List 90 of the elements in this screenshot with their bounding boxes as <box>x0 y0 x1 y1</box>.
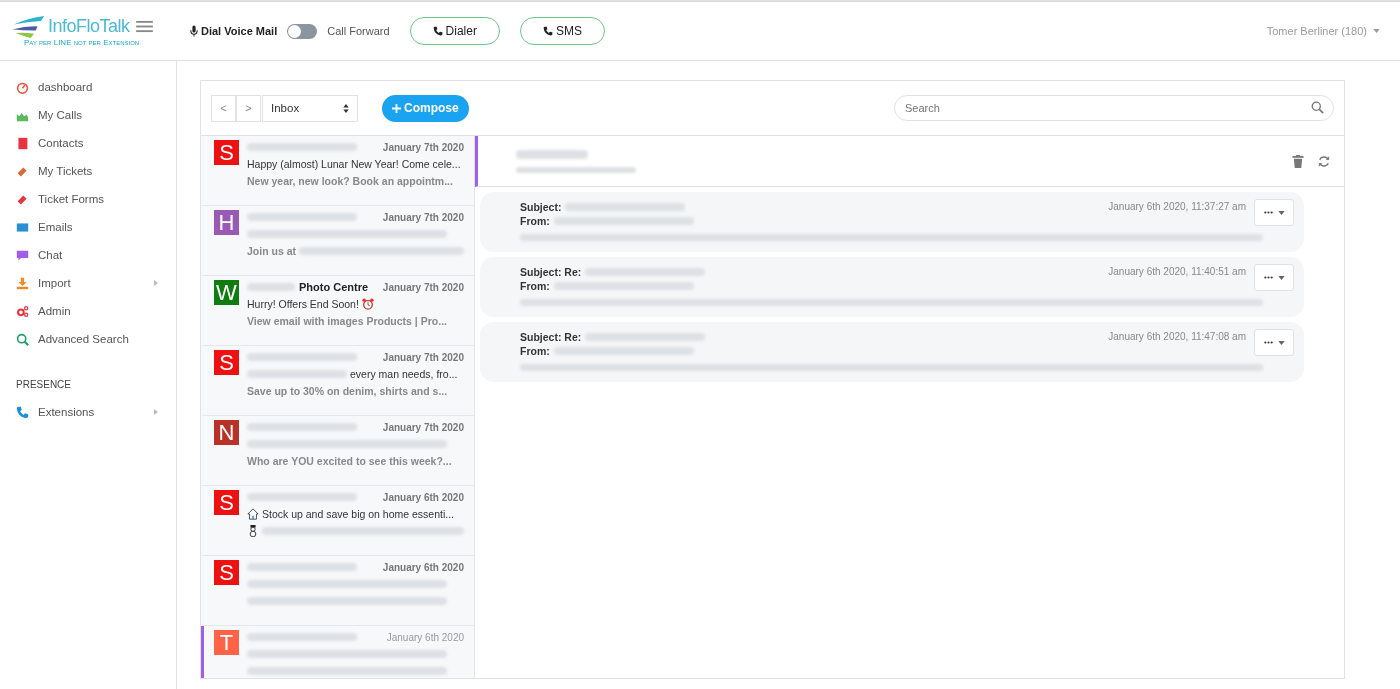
header-button[interactable]: Dialer <box>409 17 500 45</box>
from-label: From: <box>520 344 550 357</box>
message-preview: View email with images Products | Pro... <box>247 315 447 327</box>
sidebar-item[interactable]: dashboard <box>0 73 176 101</box>
trash-icon[interactable] <box>1292 154 1304 168</box>
message-preview: Stock up and save big on home essenti... <box>262 508 455 520</box>
sidebar-item[interactable]: My Tickets <box>0 157 176 185</box>
message-list-item[interactable]: S January 6th 2020 <box>201 556 474 626</box>
email-timestamp: January 6th 2020, 11:47:08 am <box>1108 331 1246 342</box>
message-date: January 7th 2020 <box>382 211 464 223</box>
message-list-item[interactable]: S January 7th 2020 every man needs, fro... Save up to 30% on denim, shirts and s... <box>201 346 474 416</box>
message-preview: Who are YOU excited to see this week?... <box>247 455 452 467</box>
folder-select[interactable]: Inbox <box>262 94 358 122</box>
caret-icon <box>1277 340 1285 345</box>
message-list-item[interactable]: S January 6th 2020 Stock up and save big on home essenti... <box>201 486 474 556</box>
header-button[interactable]: SMS <box>519 17 605 45</box>
message-list-item[interactable]: N January 7th 2020 Who are YOU excited to see this week?... <box>201 416 474 486</box>
avatar-letter: S <box>214 350 239 375</box>
blurred-sender <box>247 283 295 291</box>
blurred-contact-name <box>516 149 588 159</box>
message-date: January 6th 2020 <box>386 631 464 643</box>
avatar-letter: T <box>214 630 239 655</box>
message-list-item[interactable]: H January 7th 2020 Join us at <box>201 206 474 276</box>
sidebar-item[interactable]: Admin <box>0 297 176 325</box>
avatar-letter: S <box>214 490 239 515</box>
message-preview: Happy (almost) Lunar New Year! Come cele... <box>247 158 461 170</box>
email-card[interactable]: Subject: Re: January 6th 2020, 11:40:51 am From: <box>480 257 1304 317</box>
email-timestamp: January 6th 2020, 11:37:27 am <box>1108 201 1246 212</box>
call-forward-label: Call Forward <box>327 25 390 37</box>
ellipsis-icon <box>1263 211 1273 214</box>
sidebar-item[interactable]: Contacts <box>0 129 176 157</box>
avatar-letter: N <box>214 420 239 445</box>
from-label: From: <box>520 279 550 292</box>
phone-icon <box>542 26 553 36</box>
sidebar-item[interactable]: Chat <box>0 241 176 269</box>
menu-icon[interactable] <box>135 20 153 33</box>
message-date: January 6th 2020 <box>382 561 464 573</box>
subject-label: Subject: <box>520 200 562 213</box>
more-options-button[interactable] <box>1254 199 1294 226</box>
ellipsis-icon <box>1263 276 1273 279</box>
sidebar-item[interactable]: Emails <box>0 213 176 241</box>
sort-arrows-icon <box>343 103 349 113</box>
more-options-button[interactable] <box>1254 264 1294 291</box>
email-card[interactable]: Subject: Re: January 6th 2020, 11:47:08 am From: <box>480 322 1304 382</box>
caret-icon <box>1277 210 1285 215</box>
ellipsis-icon <box>1263 341 1273 344</box>
more-options-button[interactable] <box>1254 329 1294 356</box>
message-preview: Join us at <box>247 245 296 257</box>
message-preview: New year, new look? Book an appointm... <box>247 175 453 187</box>
sidebar-item[interactable]: Extensions <box>0 398 176 426</box>
sidebar-section-title: PRESENCE <box>15 378 72 392</box>
call-forward-toggle[interactable] <box>287 23 318 39</box>
message-preview: Save up to 30% on denim, shirts and s... <box>247 385 448 397</box>
avatar-letter: H <box>214 210 239 235</box>
sidebar-item[interactable]: Import <box>0 269 176 297</box>
sidebar-item[interactable]: Advanced Search <box>0 325 176 353</box>
microphone-icon <box>190 25 198 37</box>
message-preview: Hurry! Offers End Soon! <box>247 298 359 310</box>
avatar-letter: S <box>214 140 239 165</box>
caret-icon <box>1373 29 1380 33</box>
plus-icon <box>392 103 401 113</box>
message-date: January 7th 2020 <box>382 141 464 153</box>
email-timestamp: January 6th 2020, 11:40:51 am <box>1108 266 1246 277</box>
message-date: January 7th 2020 <box>382 351 464 363</box>
refresh-icon[interactable] <box>1318 154 1330 168</box>
from-label: From: <box>520 214 550 227</box>
caret-icon <box>1277 275 1285 280</box>
message-preview: every man needs, fro... <box>350 368 458 380</box>
avatar-letter: W <box>214 280 239 305</box>
previous-button[interactable]: < <box>211 94 236 122</box>
phone-icon <box>432 26 443 36</box>
email-card[interactable]: Subject: January 6th 2020, 11:37:27 am From: <box>480 192 1304 252</box>
logo-tagline: Pay per LINE not per Extension <box>24 37 141 47</box>
search-field[interactable]: Search <box>894 95 1334 121</box>
message-date: January 6th 2020 <box>382 491 464 503</box>
dial-voice-mail-link[interactable]: Dial Voice Mail <box>201 25 278 37</box>
sidebar-item[interactable]: Ticket Forms <box>0 185 176 213</box>
subject-label: Subject: Re: <box>520 265 582 278</box>
avatar-letter: S <box>214 560 239 585</box>
message-list-item[interactable]: W Photo Centre January 7th 2020 Hurry! Offers End Soon! View email with images Products | Pro... <box>201 276 474 346</box>
search-icon <box>1311 101 1324 114</box>
message-date: January 7th 2020 <box>382 281 464 293</box>
logo-swoosh-icon <box>12 15 46 38</box>
sender-name: Photo Centre <box>299 281 369 293</box>
subject-label: Subject: Re: <box>520 330 582 343</box>
message-list-item[interactable]: S January 7th 2020 Happy (almost) Lunar New Year! Come cele... New year, new look? Book an appointm... <box>201 136 474 206</box>
message-date: January 7th 2020 <box>382 421 464 433</box>
next-button[interactable]: > <box>236 94 261 122</box>
sidebar-item[interactable]: My Calls <box>0 101 176 129</box>
logo-name: InfoFloTalk <box>48 16 130 37</box>
